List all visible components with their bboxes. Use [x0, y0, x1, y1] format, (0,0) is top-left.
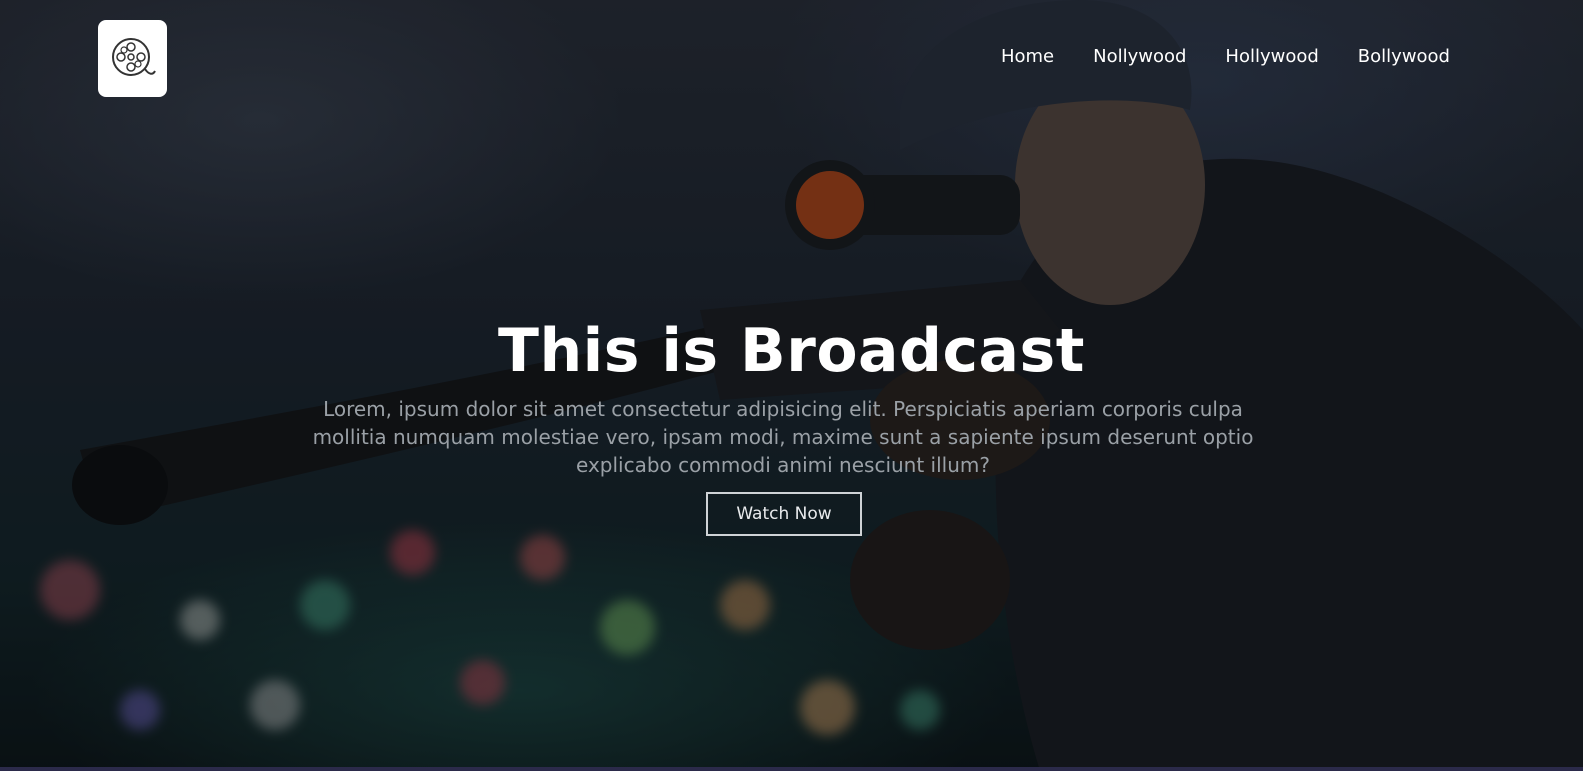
hero-description: Lorem, ipsum dolor sit amet consectetur …	[312, 397, 1254, 477]
nav-item-nollywood[interactable]: Nollywood	[1093, 46, 1186, 67]
nav-item-bollywood[interactable]: Bollywood	[1358, 46, 1450, 67]
hero-title: This is Broadcast	[498, 316, 1085, 386]
logo[interactable]	[98, 20, 167, 97]
film-reel-icon	[111, 37, 156, 76]
bottom-border	[0, 767, 1583, 771]
watch-now-button[interactable]: Watch Now	[706, 492, 862, 536]
nav-item-home[interactable]: Home	[1001, 46, 1054, 67]
nav-item-hollywood[interactable]: Hollywood	[1225, 46, 1318, 67]
main-nav: Home Nollywood Hollywood Bollywood	[962, 46, 1450, 67]
